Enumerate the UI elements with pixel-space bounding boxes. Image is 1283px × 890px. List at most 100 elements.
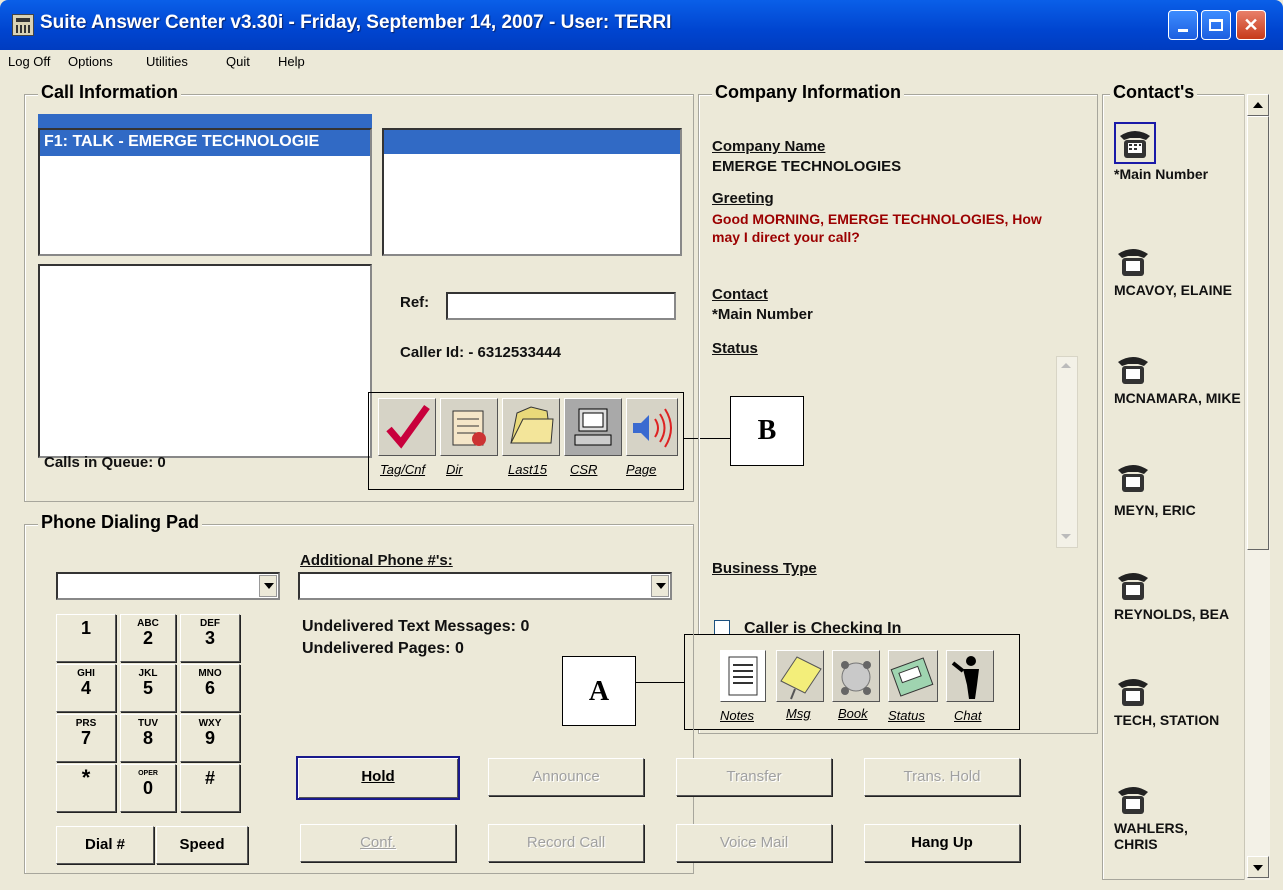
call-detail-selected-row[interactable] [384, 130, 680, 154]
status-scroll-down[interactable] [1057, 527, 1077, 547]
contacts-scroll-down[interactable] [1247, 856, 1269, 878]
call-detail-list[interactable] [382, 128, 682, 256]
maximize-button[interactable] [1201, 10, 1231, 40]
key-1[interactable]: 1 [56, 614, 116, 662]
title-bar: Suite Answer Center v3.30i - Friday, Sep… [0, 0, 1283, 50]
menu-utilities[interactable]: Utilities [146, 54, 188, 69]
contacts-scrollbar[interactable] [1244, 94, 1270, 880]
key-star[interactable]: * [56, 764, 116, 812]
computer-icon [574, 408, 612, 446]
tag-cnf-caption: Tag/Cnf [380, 462, 426, 477]
ref-input[interactable] [446, 292, 676, 320]
call-information-legend: Call Information [38, 82, 182, 103]
contact-item[interactable]: MEYN, ERIC [1110, 456, 1240, 536]
announce-button[interactable]: Announce [488, 758, 644, 796]
chat-button[interactable] [946, 650, 994, 702]
contacts-scroll-thumb[interactable] [1247, 116, 1269, 550]
call-notes-list[interactable] [38, 264, 372, 458]
telephone-icon [1120, 131, 1150, 158]
additional-phone-dropdown-button[interactable] [651, 575, 669, 597]
contact-name: MCNAMARA, MIKE [1114, 390, 1241, 406]
key-6[interactable]: MNO 6 [180, 664, 240, 712]
page-button[interactable] [626, 398, 678, 456]
msg-button[interactable] [776, 650, 824, 702]
undelivered-text-label: Undelivered Text Messages: 0 [302, 618, 530, 635]
record-call-button[interactable]: Record Call [488, 824, 644, 862]
book-icon [841, 661, 871, 695]
dir-button[interactable] [440, 398, 498, 456]
hold-button[interactable]: Hold [296, 756, 460, 800]
contact-name: MEYN, ERIC [1114, 502, 1196, 518]
chat-caption: Chat [954, 708, 982, 723]
key-3[interactable]: DEF 3 [180, 614, 240, 662]
window-title: Suite Answer Center v3.30i - Friday, Sep… [40, 12, 672, 33]
contact-item[interactable]: MCAVOY, ELAINE [1110, 240, 1240, 340]
notes-button[interactable] [720, 650, 766, 702]
contact-item[interactable]: MCNAMARA, MIKE [1110, 348, 1241, 448]
contact-item[interactable]: TECH, STATION [1110, 670, 1240, 770]
status-icon [890, 657, 934, 697]
book-button[interactable] [832, 650, 880, 702]
greeting-label: Greeting [712, 190, 774, 207]
contact-item[interactable]: REYNOLDS, BEA [1110, 564, 1240, 664]
transfer-button[interactable]: Transfer [676, 758, 832, 796]
key-hash[interactable]: # [180, 764, 240, 812]
undelivered-pages-label: Undelivered Pages: 0 [302, 640, 464, 657]
active-calls-list[interactable]: F1: TALK - EMERGE TECHNOLOGIE [38, 128, 372, 256]
company-name-label: Company Name [712, 138, 826, 155]
status-button[interactable] [888, 650, 938, 702]
active-call-row[interactable]: F1: TALK - EMERGE TECHNOLOGIE [40, 130, 370, 156]
contacts-scroll-up[interactable] [1247, 94, 1269, 116]
dial-button[interactable]: Dial # [56, 826, 154, 864]
close-button[interactable]: ✕ [1236, 10, 1266, 40]
telephone-icon [1118, 465, 1148, 492]
conf-button[interactable]: Conf. [300, 824, 456, 862]
contacts-legend: Contact's [1110, 82, 1198, 103]
ref-label: Ref: [400, 294, 430, 311]
company-name-value: EMERGE TECHNOLOGIES [712, 158, 902, 175]
msg-caption: Msg [786, 706, 811, 721]
menu-log-off[interactable]: Log Off [8, 54, 50, 69]
tag-cnf-button[interactable] [378, 398, 436, 456]
menu-options[interactable]: Options [68, 54, 113, 69]
contact-item[interactable]: *Main Number [1110, 120, 1240, 220]
key-7[interactable]: PRS 7 [56, 714, 116, 762]
folder-icon [510, 406, 554, 444]
telephone-icon [1118, 679, 1148, 706]
dial-number-combo[interactable] [56, 572, 280, 600]
status-scroll-up[interactable] [1057, 357, 1077, 377]
key-5[interactable]: JKL 5 [120, 664, 176, 712]
dial-number-dropdown-button[interactable] [259, 575, 277, 597]
key-0[interactable]: OPER 0 [120, 764, 176, 812]
contact-name: TECH, STATION [1114, 712, 1220, 728]
last15-button[interactable] [502, 398, 560, 456]
status-scrollbar[interactable] [1056, 356, 1078, 548]
key-2[interactable]: ABC 2 [120, 614, 176, 662]
minimize-button[interactable] [1168, 10, 1198, 40]
phone-dialing-pad-legend: Phone Dialing Pad [38, 512, 203, 533]
voice-mail-button[interactable]: Voice Mail [676, 824, 832, 862]
contact-item[interactable]: WAHLERS, CHRIS [1110, 778, 1240, 878]
contact-name: WAHLERS, CHRIS [1114, 820, 1188, 852]
menu-help[interactable]: Help [278, 54, 305, 69]
contact-name: *Main Number [1114, 166, 1209, 182]
trans-hold-button[interactable]: Trans. Hold [864, 758, 1020, 796]
key-8[interactable]: TUV 8 [120, 714, 176, 762]
key-4[interactable]: GHI 4 [56, 664, 116, 712]
notes-caption: Notes [720, 708, 754, 723]
additional-phone-label: Additional Phone #'s: [300, 552, 453, 569]
speed-button[interactable]: Speed [156, 826, 248, 864]
hang-up-button[interactable]: Hang Up [864, 824, 1020, 862]
telephone-icon [1118, 249, 1148, 276]
additional-phone-combo[interactable] [298, 572, 672, 600]
csr-button[interactable] [564, 398, 622, 456]
key-9[interactable]: WXY 9 [180, 714, 240, 762]
menu-quit[interactable]: Quit [226, 54, 250, 69]
page-caption: Page [626, 462, 657, 477]
keypad: 1 ABC 2 DEF 3 GHI 4 JKL 5 MNO 6 PRS 7 TUV 8 WXY… [56, 614, 246, 814]
last15-caption: Last15 [508, 462, 548, 477]
contact-name: MCAVOY, ELAINE [1114, 282, 1232, 298]
notes-icon [728, 656, 758, 696]
menu-bar: Log Off Options Utilities Quit Help [0, 50, 1283, 76]
contact-label: Contact [712, 286, 768, 303]
